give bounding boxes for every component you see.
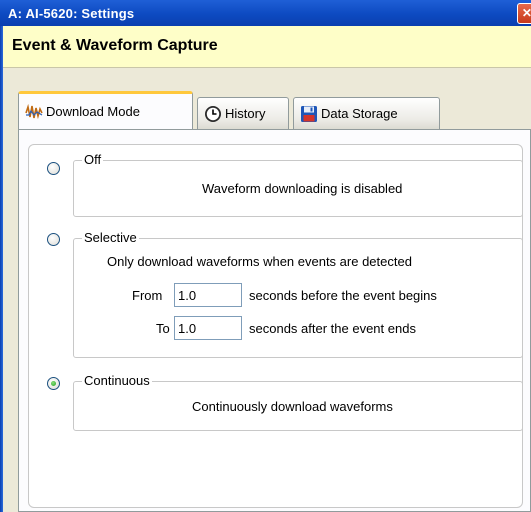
continuous-radio[interactable]	[47, 377, 60, 390]
window-left-border	[0, 26, 3, 512]
tab-label: Data Storage	[321, 106, 398, 121]
tab-label: Download Mode	[46, 104, 140, 119]
tab-label: History	[225, 106, 266, 121]
close-icon: ✕	[521, 6, 531, 20]
off-radio[interactable]	[47, 162, 60, 175]
continuous-description: Continuously download waveforms	[192, 399, 393, 414]
window-title: A: AI-5620: Settings	[8, 6, 135, 21]
tab-download-mode[interactable]: Download Mode	[18, 91, 193, 129]
from-label: From	[132, 288, 163, 303]
off-description: Waveform downloading is disabled	[202, 181, 403, 196]
to-label: To	[156, 321, 170, 336]
page-title: Event & Waveform Capture	[12, 37, 218, 54]
to-suffix: seconds after the event ends	[249, 321, 416, 336]
selective-radio[interactable]	[47, 233, 60, 246]
header-panel: Event & Waveform Capture	[3, 26, 531, 68]
selective-description: Only download waveforms when events are …	[107, 254, 412, 269]
clock-icon	[204, 105, 222, 123]
continuous-label: Continuous	[82, 373, 152, 388]
selective-label: Selective	[82, 230, 139, 245]
close-button[interactable]: ✕	[517, 3, 531, 24]
tab-data-storage[interactable]: Data Storage	[293, 97, 440, 129]
tab-history[interactable]: History	[197, 97, 289, 129]
window-titlebar: A: AI-5620: Settings ✕	[0, 0, 531, 26]
off-label: Off	[82, 152, 104, 167]
from-suffix: seconds before the event begins	[249, 288, 437, 303]
to-seconds-input[interactable]	[174, 316, 242, 340]
from-seconds-input[interactable]	[174, 283, 242, 307]
waveform-icon	[25, 103, 43, 121]
floppy-disk-icon	[300, 105, 318, 123]
radio-selected-dot	[51, 381, 56, 386]
